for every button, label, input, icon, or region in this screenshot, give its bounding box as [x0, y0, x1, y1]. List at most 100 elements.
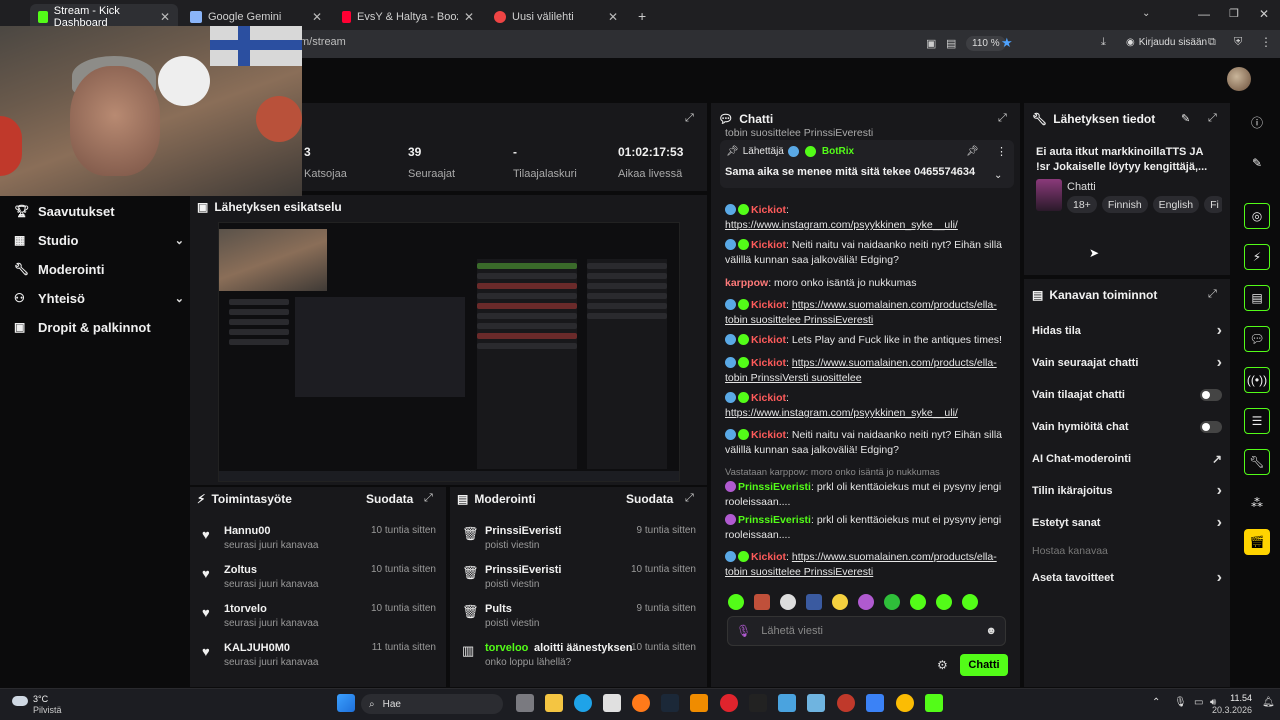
login-button[interactable]: ◉ Kirjaudu sisään	[1126, 37, 1207, 48]
chevron-down-icon[interactable]: ⌄	[994, 170, 1002, 181]
chat-username[interactable]: Kickiot	[751, 334, 786, 346]
chat-input[interactable]: 🎙︎ Lähetä viesti ☻	[727, 616, 1006, 646]
emote-icon[interactable]	[806, 594, 822, 610]
chat-username[interactable]: Kickiot	[751, 299, 786, 311]
stream-preview-video[interactable]	[218, 222, 680, 482]
close-tab-icon[interactable]: ✕	[160, 10, 170, 24]
window-close-icon[interactable]: ✕	[1259, 7, 1269, 21]
activity-filter-button[interactable]: Suodata	[366, 492, 413, 506]
chat-message[interactable]: Kickiot: Neiti naitu vai naidaanko neiti…	[725, 238, 1007, 268]
emote-icon[interactable]	[962, 594, 978, 610]
chat-settings-gear-icon[interactable]: ⚙	[937, 658, 948, 672]
zoom-level[interactable]: 110 %	[966, 36, 1006, 51]
nav-drops[interactable]: ▣ Dropit & palkinnot	[14, 317, 184, 337]
chrome-icon[interactable]	[896, 694, 914, 712]
chat-message[interactable]: Kickiot: https://www.suomalainen.com/pro…	[725, 356, 1007, 386]
expand-icon[interactable]: ⤢	[685, 112, 694, 125]
emote-icon[interactable]	[832, 594, 848, 610]
new-tab-button[interactable]: +	[638, 8, 646, 24]
store-icon[interactable]	[603, 694, 621, 712]
chat-username[interactable]: Kickiot	[751, 429, 786, 441]
opera-icon[interactable]	[720, 694, 738, 712]
microphone-icon[interactable]: 🎙︎	[1174, 697, 1187, 708]
tag-chip[interactable]: Finnish	[1101, 196, 1148, 213]
channel-action-1[interactable]: Hidas tila ›	[1032, 322, 1222, 340]
minimize-icon[interactable]: —	[1198, 7, 1210, 21]
weather-temp[interactable]: 3°C	[33, 694, 48, 704]
tag-chip[interactable]: English	[1152, 196, 1200, 213]
layout-icon[interactable]: ☰	[1244, 408, 1270, 434]
channel-action-4[interactable]: Vain hymiöitä chat	[1032, 418, 1222, 436]
chat-message[interactable]: Kickiot: Neiti naitu vai naidaanko neiti…	[725, 428, 1007, 458]
share-icon[interactable]: ⁂	[1244, 490, 1270, 516]
moderation-filter-button[interactable]: Suodata	[626, 492, 673, 506]
edit-pencil-icon[interactable]: ✎	[1244, 150, 1270, 176]
emote-icon[interactable]	[858, 594, 874, 610]
download-icon[interactable]: ⤓	[1101, 36, 1106, 49]
emote-icon[interactable]	[884, 594, 900, 610]
chat-message[interactable]: Kickiot: Lets Play and Fuck like in the …	[725, 333, 1007, 348]
chat-message[interactable]: Kickiot: https://www.suomalainen.com/pro…	[725, 550, 1007, 580]
chat-message[interactable]: Kickiot: https://www.instagram.com/psyyk…	[725, 203, 1007, 233]
moderation-item[interactable]: 🗑︎ Pults poisti viestin 9 tuntia sitten	[458, 599, 698, 637]
clock-time[interactable]: 11.54	[1220, 693, 1252, 703]
channel-action-7[interactable]: Estetyt sanat ›	[1032, 514, 1222, 532]
chat-message[interactable]: Kickiot: https://www.suomalainen.com/pro…	[725, 298, 1007, 328]
chat-username[interactable]: karppow	[725, 277, 768, 289]
camera-icon[interactable]: ◎	[1244, 203, 1270, 229]
kick-app-icon[interactable]	[925, 694, 943, 712]
activity-item[interactable]: ♥ Hannu00 seurasi juuri kanavaa 10 tuntia s…	[198, 521, 438, 559]
tag-chip[interactable]: 18+	[1067, 196, 1097, 213]
expand-icon[interactable]: ⤢	[685, 492, 694, 505]
chat-username[interactable]: PrinssiEveristi	[738, 481, 811, 493]
tray-chevron-icon[interactable]: ⌃	[1152, 697, 1160, 708]
chat-bubble-icon[interactable]: 💬︎	[1244, 326, 1270, 352]
tab-list-chevron-icon[interactable]: ⌄	[1142, 8, 1150, 19]
info-icon[interactable]: ⓘ	[1244, 109, 1270, 135]
activity-item[interactable]: ♥ Zoltus seurasi juuri kanavaa 10 tuntia si…	[198, 560, 438, 598]
microphone-icon[interactable]: 🎙︎	[736, 624, 751, 638]
emoji-icon[interactable]: ☻	[985, 625, 997, 637]
moderation-item[interactable]: 🗑︎ PrinssiEveristi poisti viestin 10 tuntia…	[458, 560, 698, 598]
chat-message[interactable]: Vastataan karppow: moro onko isäntä jo n…	[725, 465, 1007, 510]
maximize-icon[interactable]: ❐	[1229, 7, 1239, 20]
app-icon[interactable]	[866, 694, 884, 712]
channel-action-6[interactable]: Tilin ikärajoitus ›	[1032, 482, 1222, 500]
emote-icon[interactable]	[936, 594, 952, 610]
terminal-icon[interactable]	[749, 694, 767, 712]
tab-youtube[interactable]: EvsY & Haltya - Boozy's Fu✕	[334, 4, 482, 30]
chat-message[interactable]: PrinssiEveristi: prkl oli kenttäoiekus m…	[725, 513, 1007, 543]
extensions-icon[interactable]: ⧉	[1208, 36, 1216, 49]
photos-icon[interactable]	[807, 694, 825, 712]
tag-chip[interactable]: Fi	[1204, 196, 1222, 213]
url-text[interactable]: m/stream	[300, 36, 346, 48]
profile-avatar[interactable]	[1227, 67, 1251, 91]
menu-icon[interactable]: ⋮	[1260, 35, 1272, 49]
notification-bell-icon[interactable]: 🔔︎	[1262, 697, 1275, 708]
emote-icon[interactable]	[910, 594, 926, 610]
chat-username[interactable]: PrinssiEveristi	[738, 514, 811, 526]
close-tab-icon[interactable]: ✕	[464, 10, 474, 24]
taskbar-search[interactable]: ⌕ Hae	[361, 694, 503, 714]
steam-icon[interactable]	[661, 694, 679, 712]
chat-message-text[interactable]: https://www.instagram.com/psyykkinen_syk…	[725, 407, 958, 419]
firefox-icon[interactable]	[632, 694, 650, 712]
edge-icon[interactable]	[574, 694, 592, 712]
moderation-item[interactable]: ▥ torveloo aloitti äänestyksen onko loppu l…	[458, 638, 698, 676]
channel-action-5[interactable]: AI Chat-moderointi ↗	[1032, 450, 1222, 468]
windows-start-icon[interactable]	[337, 694, 355, 712]
chat-username[interactable]: Kickiot	[751, 239, 786, 251]
close-tab-icon[interactable]: ✕	[608, 10, 618, 24]
screenshot-icon[interactable]: ▣	[926, 37, 936, 50]
bolt-icon[interactable]: ⚡︎	[1244, 244, 1270, 270]
nav-community[interactable]: ⚇ Yhteisö ⌄	[14, 288, 184, 308]
paint-icon[interactable]	[778, 694, 796, 712]
channel-action-9[interactable]: Aseta tavoitteet ›	[1032, 569, 1222, 587]
channel-action-3[interactable]: Vain tilaajat chatti	[1032, 386, 1222, 404]
nav-studio[interactable]: ▦ Studio ⌄	[14, 230, 184, 250]
tab-new[interactable]: Uusi välilehti ✕	[486, 4, 626, 30]
emote-icon[interactable]	[754, 594, 770, 610]
expand-icon[interactable]: ⤢	[1208, 288, 1217, 301]
emote-icon[interactable]	[728, 594, 744, 610]
display-icon[interactable]: ▭	[1194, 697, 1203, 708]
